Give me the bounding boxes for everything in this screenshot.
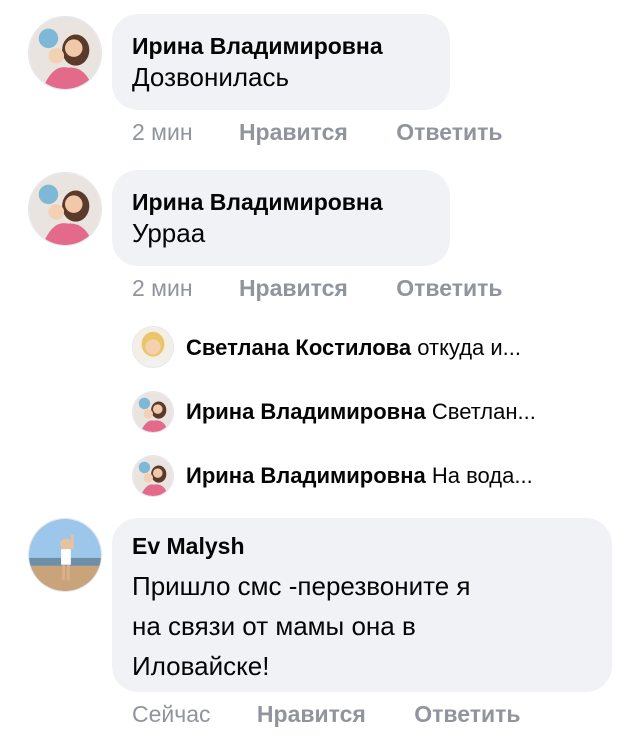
comment-text-line: Пришло смс -перезвоните я xyxy=(132,571,471,601)
comment-bubble: Ирина Владимировна Урраа xyxy=(112,170,450,266)
like-button[interactable]: Нравится xyxy=(239,119,348,145)
avatar[interactable] xyxy=(28,518,102,592)
comment-author[interactable]: Ирина Владимировна xyxy=(132,32,430,60)
reply-preview[interactable]: Светлана Костилова откуда и... xyxy=(186,334,606,362)
reply-author[interactable]: Светлана Костилова xyxy=(186,335,411,360)
comment-actions: 2 мин Нравится Ответить xyxy=(132,274,503,302)
comment-bubble: Ev Malysh Пришло смс -перезвоните я на с… xyxy=(112,518,612,692)
comment-time[interactable]: 2 мин xyxy=(132,119,193,145)
reply-button[interactable]: Ответить xyxy=(414,701,520,727)
avatar[interactable] xyxy=(28,172,102,246)
avatar[interactable] xyxy=(28,16,102,90)
comment-author[interactable]: Ирина Владимировна xyxy=(132,188,430,216)
reply-author[interactable]: Ирина Владимировна xyxy=(186,463,426,488)
comment-author[interactable]: Ev Malysh xyxy=(132,532,592,560)
comment-text-line: Иловайске! xyxy=(132,651,270,681)
reply-avatar[interactable] xyxy=(132,326,174,368)
reply-text: Светлан... xyxy=(431,399,536,424)
reply-preview[interactable]: Ирина Владимировна На вода... xyxy=(186,462,606,490)
comment-text: Урраа xyxy=(132,218,206,248)
reply-avatar[interactable] xyxy=(132,455,174,497)
like-button[interactable]: Нравится xyxy=(257,701,366,727)
reply-avatar[interactable] xyxy=(132,391,174,433)
reply-text: На вода... xyxy=(431,463,533,488)
reply-text: откуда и... xyxy=(417,335,522,360)
like-button[interactable]: Нравится xyxy=(239,275,348,301)
comment-text-line: на связи от мамы она в xyxy=(132,611,416,641)
reply-author[interactable]: Ирина Владимировна xyxy=(186,399,426,424)
reply-preview[interactable]: Ирина Владимировна Светлан... xyxy=(186,398,606,426)
reply-button[interactable]: Ответить xyxy=(396,119,502,145)
comment-bubble: Ирина Владимировна Дозвонилась xyxy=(112,14,450,110)
reply-button[interactable]: Ответить xyxy=(396,275,502,301)
comment-actions: Сейчас Нравится Ответить xyxy=(132,700,521,728)
comment-time[interactable]: 2 мин xyxy=(132,275,193,301)
comment-actions: 2 мин Нравится Ответить xyxy=(132,118,503,146)
comment-time[interactable]: Сейчас xyxy=(132,701,211,727)
comment-text: Дозвонилась xyxy=(132,62,290,92)
